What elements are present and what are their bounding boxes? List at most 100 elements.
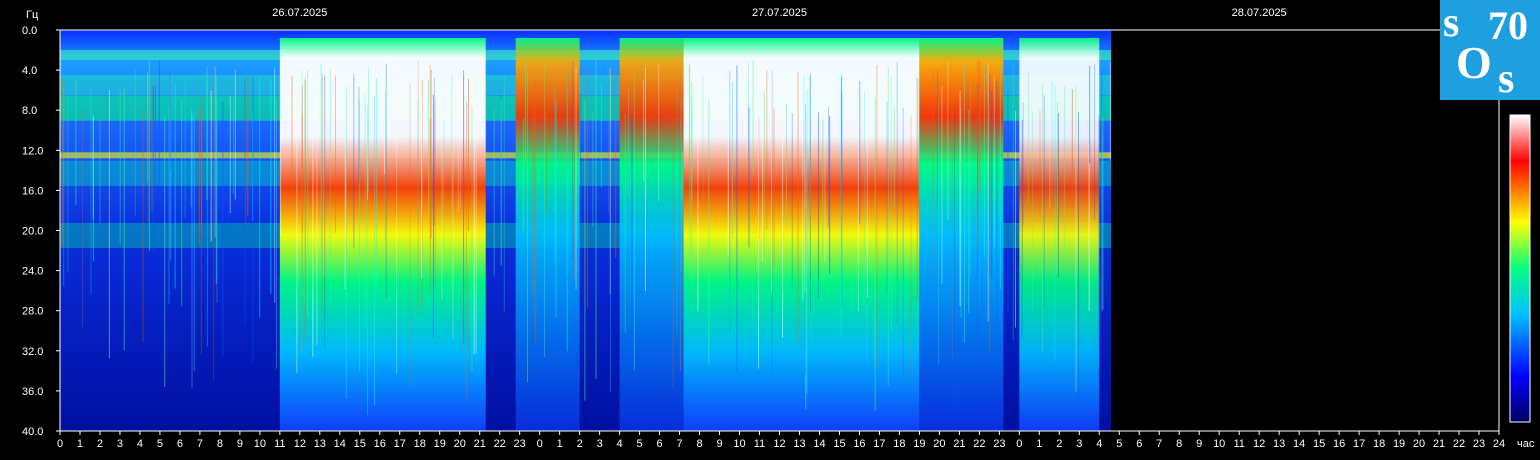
streak — [959, 91, 961, 306]
x-tick-label: 23 — [993, 438, 1005, 450]
streak — [123, 87, 125, 351]
streak — [142, 110, 144, 343]
streak — [771, 74, 773, 293]
streak — [434, 99, 436, 287]
streak — [119, 89, 121, 244]
activity-burst — [683, 38, 920, 431]
streak — [947, 61, 949, 221]
streak — [181, 99, 183, 307]
streak — [555, 100, 557, 318]
streak — [545, 111, 547, 213]
streak — [1075, 85, 1077, 184]
x-tick-label: 14 — [334, 438, 346, 450]
streak — [857, 68, 859, 312]
streak — [763, 91, 765, 268]
streak — [608, 66, 610, 213]
streak — [1057, 102, 1059, 273]
streak — [797, 72, 799, 345]
streak — [463, 76, 465, 351]
streak — [291, 76, 293, 200]
x-tick-label: 13 — [1273, 438, 1285, 450]
streak — [169, 70, 171, 171]
x-tick-label: 14 — [1293, 438, 1305, 450]
streak — [761, 118, 763, 262]
streak — [941, 86, 943, 284]
streak — [758, 118, 760, 240]
streak — [409, 83, 411, 389]
streak — [274, 67, 276, 303]
streak — [229, 95, 231, 214]
streak — [644, 67, 646, 292]
streak — [785, 104, 787, 227]
streak — [215, 76, 217, 284]
streak — [1031, 112, 1033, 310]
streak — [193, 111, 195, 372]
streak — [466, 101, 468, 402]
x-tick-label: 20 — [1413, 438, 1425, 450]
streak — [1054, 84, 1056, 362]
streak — [932, 68, 934, 277]
y-tick-label: 28.0 — [22, 306, 43, 318]
x-tick-label: 20 — [933, 438, 945, 450]
streak — [532, 109, 534, 296]
streak — [999, 65, 1001, 290]
streak — [75, 79, 77, 206]
streak — [63, 82, 65, 287]
streak — [198, 107, 200, 245]
date-label: 27.07.2025 — [752, 7, 807, 19]
x-tick-label: 18 — [1373, 438, 1385, 450]
activity-burst — [279, 38, 486, 431]
streak — [345, 86, 347, 399]
streak — [828, 106, 830, 228]
streak — [887, 66, 889, 386]
streak — [918, 78, 920, 200]
streak — [910, 115, 912, 378]
x-tick-label: 19 — [913, 438, 925, 450]
streak — [1102, 117, 1104, 310]
x-tick-label: 10 — [1213, 438, 1225, 450]
streak — [154, 84, 156, 192]
streak — [1071, 89, 1073, 210]
streak — [99, 119, 101, 224]
streak — [782, 100, 784, 338]
x-tick-label: 12 — [773, 438, 785, 450]
streak — [575, 67, 577, 290]
streak — [441, 65, 443, 300]
streak — [210, 90, 212, 242]
x-tick-label: 10 — [733, 438, 745, 450]
streak — [385, 63, 387, 299]
streak — [727, 118, 729, 257]
streak — [296, 101, 298, 374]
streak — [500, 99, 502, 266]
x-tick-label: 15 — [354, 438, 366, 450]
streak — [573, 88, 575, 277]
streak — [983, 64, 985, 257]
streak — [1041, 84, 1043, 352]
streak — [1043, 95, 1045, 307]
streak — [554, 85, 556, 264]
streak — [396, 71, 398, 374]
streak — [301, 85, 303, 233]
streak — [417, 61, 419, 314]
streak — [1022, 102, 1024, 226]
streak — [312, 98, 314, 357]
y-tick-label: 40.0 — [22, 426, 43, 438]
streak — [806, 89, 808, 394]
x-tick-label: 19 — [1393, 438, 1405, 450]
streak — [228, 109, 230, 236]
streak — [190, 107, 192, 208]
x-tick-label: 9 — [716, 438, 722, 450]
streak — [459, 91, 461, 208]
x-tick-label: 6 — [177, 438, 183, 450]
x-tick-label: 9 — [1196, 438, 1202, 450]
spectrogram-chart: Гц 0.0 4.0 8.0 12.0 16.0 20.0 24.0 28.0 32.0 36.0… — [22, 7, 1535, 450]
streak — [866, 68, 868, 298]
streak — [473, 104, 475, 355]
x-tick-label: 16 — [1333, 438, 1345, 450]
x-tick-label: 20 — [454, 438, 466, 450]
streak — [234, 70, 236, 200]
streak — [1007, 91, 1009, 312]
x-tick-label: 17 — [394, 438, 406, 450]
streak — [1064, 86, 1066, 256]
x-tick-label: 3 — [117, 438, 123, 450]
